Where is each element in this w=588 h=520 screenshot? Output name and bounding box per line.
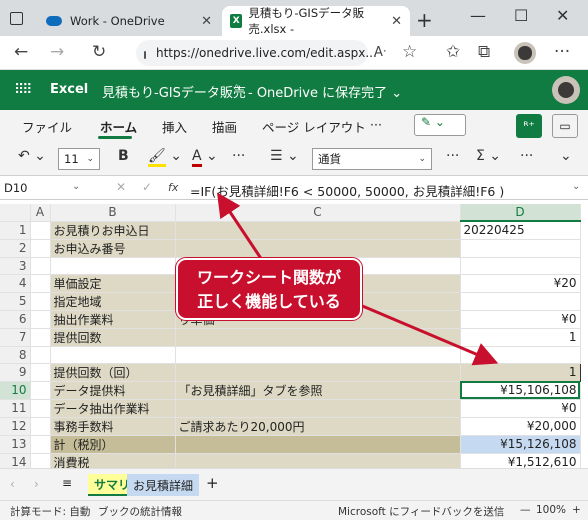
- zoom-out-icon[interactable]: —: [520, 504, 531, 516]
- zoom-level[interactable]: 100%: [536, 504, 566, 516]
- callout-line-1: ワークシート関数が: [196, 268, 341, 287]
- all-sheets-icon[interactable]: ≡: [62, 476, 72, 490]
- prev-sheet-icon[interactable]: ‹: [10, 477, 15, 491]
- zoom-in-icon[interactable]: +: [572, 504, 581, 516]
- next-sheet-icon[interactable]: ›: [34, 477, 39, 491]
- arrow-to-cell: [359, 303, 499, 366]
- workbook-stats[interactable]: ブックの統計情報: [98, 504, 182, 519]
- add-sheet-icon[interactable]: +: [206, 474, 219, 492]
- feedback-link[interactable]: Microsoft にフィードバックを送信: [338, 504, 504, 519]
- sheet-tab-details[interactable]: お見積詳細: [127, 474, 200, 496]
- callout-line-2: 正しく機能している: [197, 292, 341, 311]
- annotation-callout: ワークシート関数が 正しく機能している: [176, 258, 362, 320]
- arrow-to-formula: [217, 192, 264, 261]
- calc-mode[interactable]: 計算モード: 自動: [10, 504, 90, 519]
